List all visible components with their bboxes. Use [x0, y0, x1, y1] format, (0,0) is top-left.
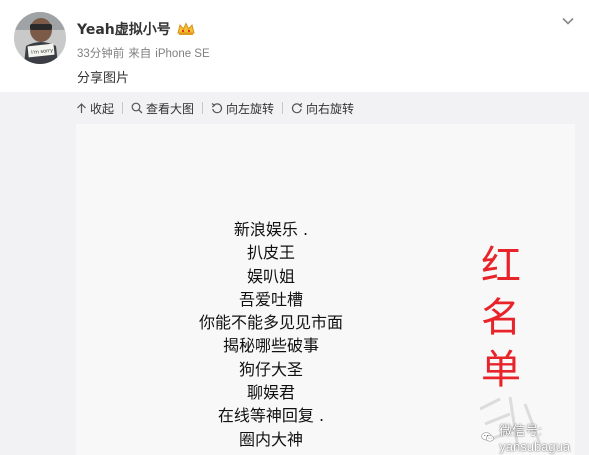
stamp-char: 名: [481, 295, 521, 341]
rotate-left-icon: [211, 103, 223, 114]
post-caption: 分享图片: [77, 71, 130, 86]
red-list-stamp: 红 名 单: [481, 240, 521, 396]
rotate-right-label: 向右旋转: [306, 101, 355, 116]
avatar-image: I'm sorry: [14, 12, 66, 64]
source-prefix: 来自: [128, 48, 152, 60]
toolbar-divider: [122, 102, 124, 114]
rotate-left-button[interactable]: 向左旋转: [211, 100, 274, 117]
image-text-line: 扒皮王: [246, 243, 295, 263]
image-toolbar: 收起 查看大图 向左旋转 向右旋转: [76, 99, 354, 117]
view-large-button[interactable]: 查看大图: [131, 100, 194, 117]
toolbar-divider: [282, 102, 284, 114]
collapse-label: 收起: [90, 101, 115, 116]
rotate-right-button[interactable]: 向右旋转: [291, 100, 354, 117]
post-time[interactable]: 33分钟前: [77, 48, 124, 60]
stamp-char: 红: [481, 243, 521, 289]
image-text-line: 揭秘哪些破事: [222, 336, 319, 356]
post-source: iPhone SE: [155, 48, 210, 60]
wechat-icon: [481, 432, 494, 442]
rotate-right-icon: [291, 103, 303, 114]
post-meta: 33分钟前 来自 iPhone SE: [77, 45, 214, 61]
image-text-line: 吾爱吐槽: [238, 289, 303, 309]
image-text-line: 聊娱君: [246, 383, 295, 403]
image-text-line: 圈内大神: [238, 429, 303, 449]
vip-crown-icon: [177, 22, 195, 35]
image-text-list: 新浪娱乐 . 扒皮王 娱叭姐 吾爱吐槽 你能不能多见见市面 揭秘哪些破事 狗仔大…: [76, 218, 466, 451]
username[interactable]: Yeah虚拟小号: [77, 19, 195, 39]
post-header: I'm sorry Yeah虚拟小号 33分钟前 来自 iPhone SE 分享图片: [0, 0, 589, 92]
wechat-watermark: 微信号: yansubagua: [481, 420, 575, 454]
post-image[interactable]: 新浪娱乐 . 扒皮王 娱叭姐 吾爱吐槽 你能不能多见见市面 揭秘哪些破事 狗仔大…: [76, 124, 575, 455]
image-text-line: 你能不能多见见市面: [198, 313, 343, 333]
magnifier-icon: [131, 102, 143, 114]
toolbar-divider: [202, 102, 204, 114]
image-text-line: 狗仔大圣: [238, 359, 303, 379]
rotate-left-label: 向左旋转: [226, 101, 275, 116]
username-text[interactable]: Yeah虚拟小号: [77, 19, 171, 39]
chevron-down-icon[interactable]: [560, 13, 576, 29]
view-large-label: 查看大图: [146, 101, 195, 116]
wechat-id-text: 微信号: yansubagua: [499, 423, 571, 454]
avatar[interactable]: I'm sorry: [14, 12, 66, 64]
arrow-up-icon: [77, 103, 86, 113]
image-text-line: 新浪娱乐 .: [233, 220, 309, 239]
image-text-line: 娱叭姐: [246, 266, 295, 286]
collapse-button[interactable]: 收起: [76, 100, 114, 117]
image-text-line: 在线等神回复 .: [217, 406, 325, 426]
